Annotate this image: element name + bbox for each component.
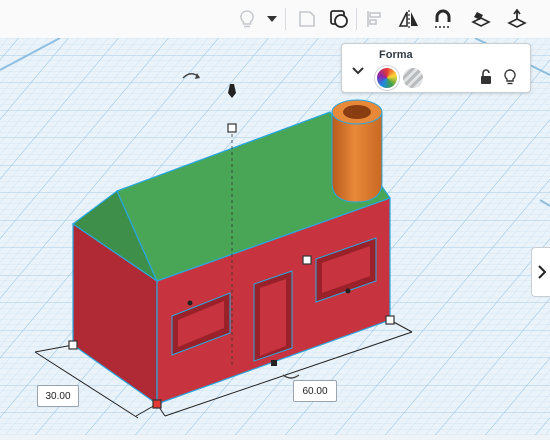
workplane-icon[interactable] xyxy=(466,4,496,34)
chevron-down-icon[interactable] xyxy=(350,62,366,78)
workplane[interactable] xyxy=(0,37,550,435)
chevron-right-icon xyxy=(537,265,546,279)
handle-mid[interactable] xyxy=(271,360,277,366)
cruise-magnet-icon[interactable] xyxy=(428,4,458,34)
length-dimension-input[interactable]: 60.00 xyxy=(293,380,337,402)
unlock-icon[interactable] xyxy=(478,68,494,86)
chimney-hole xyxy=(343,105,371,119)
handle-right[interactable] xyxy=(385,315,395,325)
shape-panel-title: Forma xyxy=(379,49,413,61)
chimney[interactable] xyxy=(331,111,383,203)
handle-dot[interactable] xyxy=(345,288,351,294)
handle-top[interactable] xyxy=(227,123,237,133)
shape-panel: Forma xyxy=(341,43,531,93)
hint-bulb-icon[interactable] xyxy=(232,4,262,34)
toolbar xyxy=(0,0,550,39)
toolbar-divider xyxy=(285,8,286,30)
dropdown-chevron-icon[interactable] xyxy=(262,4,282,34)
mirror-icon[interactable] xyxy=(394,4,424,34)
side-panel-toggle[interactable] xyxy=(531,247,550,297)
handle-left[interactable] xyxy=(68,340,78,350)
handle-dot[interactable] xyxy=(187,300,193,306)
ruler-icon[interactable] xyxy=(502,4,532,34)
width-dimension-input[interactable]: 30.00 xyxy=(37,385,79,407)
align-icon[interactable] xyxy=(360,4,390,34)
color-swatch-button[interactable] xyxy=(377,68,397,88)
toolbar-divider xyxy=(356,8,357,30)
bulb-icon[interactable] xyxy=(502,68,518,86)
handle-height[interactable] xyxy=(302,255,312,265)
note-shape-icon[interactable] xyxy=(292,4,322,34)
hole-swatch-button[interactable] xyxy=(403,68,423,88)
view-shapes-icon[interactable] xyxy=(324,4,354,34)
handle-corner[interactable] xyxy=(152,399,162,409)
door-panel xyxy=(260,279,286,356)
